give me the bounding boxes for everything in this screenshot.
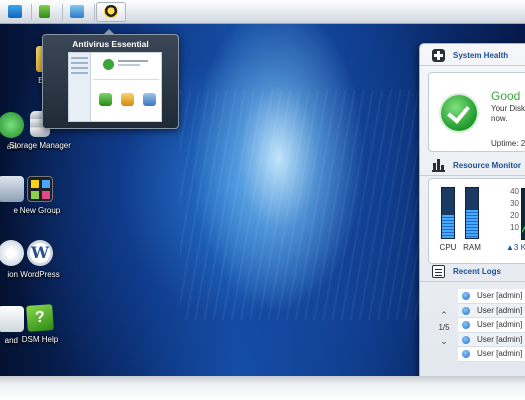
widget-panel: System Health Good Your Disk now. Uptime… [419,43,525,376]
logs-page-indicator: 1/5 [438,323,450,332]
resource-monitor-header[interactable]: Resource Monitor [420,154,525,176]
log-entry[interactable]: User [admin] [458,289,525,304]
app-group-icon [27,176,53,202]
resource-monitor-title: Resource Monitor [453,161,522,170]
chevron-up-icon[interactable]: ⌃ [434,310,454,320]
log-entry[interactable]: User [admin] [458,318,525,333]
taskbar-separator [94,4,95,20]
system-health-header[interactable]: System Health [420,44,525,66]
desktop-icon-label: DSM Help [21,335,59,344]
taskbar-button-main-menu[interactable] [0,2,30,22]
log-text: User [admin] [477,320,523,329]
log-entry[interactable]: User [admin] [458,347,525,362]
image-search-icon [70,5,84,18]
preview-title: Antivirus Essential [72,39,149,49]
network-speed-value: 3 K [513,243,525,252]
ram-meter-fill [466,210,478,238]
info-icon [462,350,470,358]
axis-tick: 20 [510,211,519,220]
preview-thumbnail [68,52,162,122]
info-icon [462,321,470,329]
thumbnail-folder-icon [121,93,134,106]
bar-chart-icon [432,159,445,172]
recent-logs-header[interactable]: Recent Logs [420,260,525,282]
system-health-title: System Health [453,51,509,60]
info-icon [462,306,470,315]
upload-arrow-icon: ▲ [506,243,514,252]
log-text: User [admin] [477,291,523,300]
network-speed: ▲3 K [506,243,525,252]
health-cross-icon [432,49,445,62]
uptime-text: Uptime: 2 [491,139,525,148]
cpu-meter-fill [442,215,454,238]
checkmark-icon [441,95,477,131]
package-icon [39,5,50,18]
desktop-icon-label: New Group [19,206,61,215]
wordpress-icon: W [27,240,53,266]
desktop-background: EZ-Int ate Storage Manager e New Group i… [0,0,525,376]
ram-label: RAM [463,243,481,252]
antivirus-shield-icon [104,5,118,18]
antivirus-window-preview[interactable]: Antivirus Essential [42,29,179,129]
taskbar-button-antivirus[interactable] [96,2,126,22]
health-message-cont: now. [491,114,508,123]
page-bottom-shadow [0,376,525,400]
recent-logs-title: Recent Logs [453,267,502,276]
logs-list: User [admin] User [admin] User [admin] U… [458,289,525,362]
document-icon [432,265,445,278]
thumbnail-sidebar [69,53,91,121]
health-status: Good [491,89,521,103]
cpu-label: CPU [439,243,457,252]
chevron-down-icon[interactable]: ⌄ [434,336,454,346]
taskbar [0,0,525,24]
command-icon [0,306,24,332]
health-message: Your Disk [491,104,525,113]
logs-pager: ⌃ 1/5 ⌄ [434,310,454,346]
thumbnail-update-icon [143,93,156,106]
desktop-icon-label: Storage Manager [9,141,71,150]
log-text: User [admin] [477,334,523,344]
preview-pointer [103,29,115,35]
log-text: User [admin] [477,349,523,358]
help-icon: ? [26,304,54,332]
update-icon [0,112,24,138]
log-entry[interactable]: User [admin] [458,332,525,347]
axis-tick: 30 [510,199,519,208]
network-graph [521,188,525,240]
axis-tick: 40 [510,187,519,196]
taskbar-button-image-search[interactable] [62,2,92,22]
desktop-icon-label: WordPress [20,270,60,279]
log-entry[interactable]: User [admin] [458,303,525,318]
thumbnail-scan-icon [99,93,112,106]
information-icon [0,240,24,266]
system-health-body: Good Your Disk now. Uptime: 2 [428,72,525,152]
cpu-meter [441,187,455,239]
monitor-icon [8,5,22,18]
control-panel-icon [0,176,24,202]
axis-tick: 10 [510,223,519,232]
info-icon [462,292,470,300]
ram-meter [465,187,479,239]
log-text: User [admin] [477,305,523,315]
resource-monitor-body: CPU RAM 40 30 20 10 ▲3 K [428,178,525,264]
info-icon [462,335,470,344]
thumbnail-check-icon [103,59,114,70]
taskbar-button-package-center[interactable] [30,2,60,22]
